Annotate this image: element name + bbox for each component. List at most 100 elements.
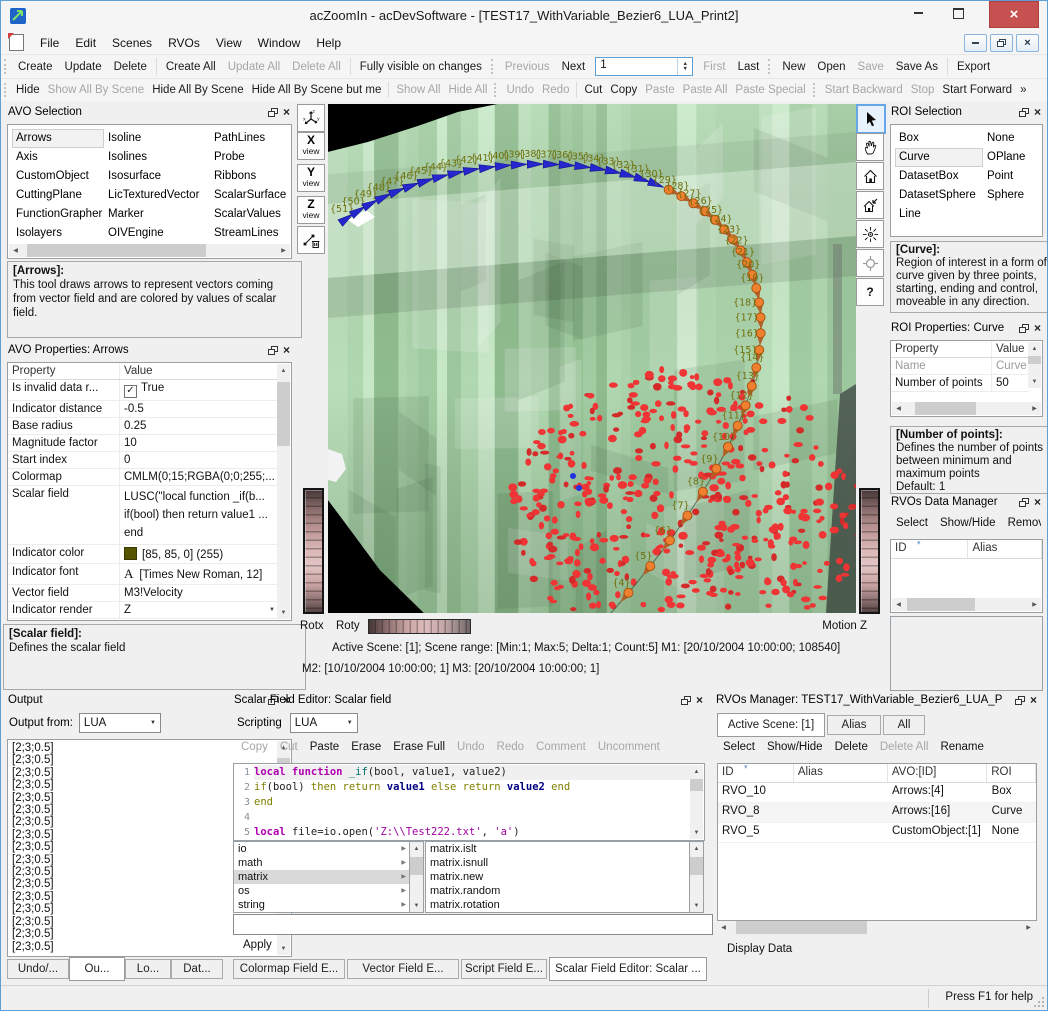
rvos-table-hscrollbar[interactable]: ◀▶: [717, 921, 1035, 934]
function-matrix-isnull[interactable]: matrix.isnull: [426, 856, 690, 870]
measure-delete-button[interactable]: [297, 226, 325, 254]
x-view-button[interactable]: Xview: [297, 132, 325, 160]
close-icon[interactable]: ×: [283, 345, 290, 355]
close-icon[interactable]: ×: [1034, 107, 1041, 117]
paste-button[interactable]: Paste: [304, 739, 345, 759]
scroll-right-icon[interactable]: ▶: [277, 244, 290, 257]
scroll-left-icon[interactable]: ◀: [892, 598, 905, 611]
avo-item-cuttingplane[interactable]: CuttingPlane: [12, 186, 104, 205]
roi-item-datasetbox[interactable]: DatasetBox: [895, 167, 983, 186]
scroll-down-icon[interactable]: ▼: [410, 899, 423, 912]
rvos-row-rvo-10[interactable]: RVO_10Arrows:[4]Box: [718, 783, 1036, 803]
menu-edit[interactable]: Edit: [67, 33, 104, 53]
menu-help[interactable]: Help: [308, 33, 349, 53]
rvos-row-rvo-8[interactable]: RVO_8Arrows:[16]Curve: [718, 803, 1036, 823]
avo-item-arrows[interactable]: Arrows: [12, 129, 104, 148]
avo-item-isosurface[interactable]: Isosurface: [104, 167, 210, 186]
float-icon[interactable]: [1019, 108, 1029, 117]
float-icon[interactable]: [268, 346, 278, 355]
float-icon[interactable]: [681, 696, 691, 705]
seek-button[interactable]: [856, 249, 884, 277]
roi-item-point[interactable]: Point: [983, 167, 1038, 186]
last-button[interactable]: Last: [732, 58, 766, 76]
scroll-up-icon[interactable]: ▲: [690, 842, 703, 855]
scroll-thumb[interactable]: [907, 598, 975, 611]
property-row-indicator-color[interactable]: Indicator color[85, 85, 0] (255): [8, 545, 278, 564]
scroll-up-icon[interactable]: ▲: [410, 842, 423, 855]
y-view-button[interactable]: Yview: [297, 164, 325, 192]
rvos-header-id[interactable]: ID▾: [718, 764, 794, 782]
rvos-header-avo-id[interactable]: AVO:[ID]: [888, 764, 987, 782]
scroll-thumb[interactable]: [736, 921, 867, 934]
rename-button[interactable]: Rename: [934, 739, 989, 759]
open-button[interactable]: Open: [811, 58, 851, 76]
code-line[interactable]: 5local file=io.open('Z:\\Test222.txt', '…: [234, 825, 690, 840]
scroll-thumb[interactable]: [690, 857, 703, 875]
maximize-button[interactable]: [941, 1, 975, 25]
scroll-track[interactable]: [1028, 355, 1041, 375]
close-icon[interactable]: ×: [1034, 497, 1041, 507]
save-as-button[interactable]: Save As: [890, 58, 944, 76]
avo-item-marker[interactable]: Marker: [104, 205, 210, 224]
scripting-combobox[interactable]: LUA▼: [290, 713, 358, 733]
float-icon[interactable]: [1019, 324, 1029, 333]
editor-tab-scalar-field-editor-scalar[interactable]: Scalar Field Editor: Scalar ...: [549, 957, 707, 981]
roi-item-curve[interactable]: Curve: [895, 148, 983, 167]
apply-button[interactable]: Apply: [237, 937, 278, 953]
property-row-start-index[interactable]: Start index0: [8, 452, 278, 469]
code-editor[interactable]: 1local function _if(bool, value1, value2…: [233, 763, 705, 841]
avo-item-isolines[interactable]: Isolines: [104, 148, 210, 167]
scroll-right-icon[interactable]: ▶: [1028, 598, 1041, 611]
view-all-button[interactable]: [856, 220, 884, 248]
editor-tab-vector-field-e[interactable]: Vector Field E...: [347, 959, 459, 979]
property-row-scalar-field[interactable]: Scalar fieldLUSC("local function _if(b..…: [8, 486, 278, 545]
delete-button[interactable]: Delete: [108, 58, 153, 76]
code-line[interactable]: 1local function _if(bool, value1, value2…: [234, 765, 690, 780]
scroll-up-icon[interactable]: ▲: [277, 364, 290, 377]
data-manager-hscrollbar[interactable]: ◀▶: [892, 598, 1041, 611]
scroll-track[interactable]: [690, 855, 703, 899]
scroll-thumb[interactable]: [27, 244, 206, 257]
roi-item-oplane[interactable]: OPlane: [983, 148, 1038, 167]
roty-button[interactable]: Roty: [336, 620, 360, 632]
property-row-magnitude-factor[interactable]: Magnitude factor10: [8, 435, 278, 452]
editor-tab-script-field-e[interactable]: Script Field E...: [461, 959, 547, 979]
rvos-tab-alias[interactable]: Alias: [827, 715, 881, 735]
display-data-button[interactable]: Display Data: [721, 941, 798, 957]
dock-tab-undo[interactable]: Undo/...: [7, 959, 69, 979]
rvos-tab-all[interactable]: All: [883, 715, 925, 735]
export-button[interactable]: Export: [951, 58, 996, 76]
roi-properties-hscrollbar[interactable]: ◀▶: [892, 402, 1041, 415]
roi-properties-vscrollbar[interactable]: ▲▼: [1028, 342, 1041, 388]
dm-header-alias[interactable]: Alias: [968, 540, 1042, 558]
scroll-thumb[interactable]: [915, 402, 977, 415]
erase-full-button[interactable]: Erase Full: [387, 739, 451, 759]
select-button[interactable]: Select: [717, 739, 761, 759]
select-button[interactable]: Select: [890, 515, 934, 535]
avo-item-streamlines[interactable]: StreamLines: [210, 224, 287, 243]
menu-file[interactable]: File: [32, 33, 67, 53]
code-line[interactable]: 4: [234, 810, 690, 825]
scroll-right-icon[interactable]: ▶: [1022, 921, 1035, 934]
copy-button[interactable]: Copy: [606, 81, 641, 99]
start-forward-button[interactable]: Start Forward: [938, 81, 1016, 99]
mdi-restore-button[interactable]: [990, 34, 1013, 52]
menu-rvos[interactable]: RVOs: [160, 33, 208, 53]
float-icon[interactable]: [1015, 696, 1025, 705]
dm-header-id[interactable]: ID▾: [891, 540, 968, 558]
scroll-down-icon[interactable]: ▼: [277, 606, 290, 619]
close-button[interactable]: ×: [989, 1, 1039, 28]
remove-button[interactable]: Remove: [1002, 515, 1041, 535]
scroll-down-icon[interactable]: ▼: [690, 899, 703, 912]
roi-item-sphere[interactable]: Sphere: [983, 186, 1038, 205]
dock-tab-dat[interactable]: Dat...: [171, 959, 223, 979]
close-icon[interactable]: ×: [1030, 695, 1037, 705]
z-view-button[interactable]: Zview: [297, 196, 325, 224]
library-math[interactable]: math▶: [234, 856, 410, 870]
scroll-down-icon[interactable]: ▼: [1028, 375, 1041, 388]
scroll-left-icon[interactable]: ◀: [9, 244, 22, 257]
scroll-track[interactable]: [410, 855, 423, 899]
avo-item-oivengine[interactable]: OIVEngine: [104, 224, 210, 243]
close-icon[interactable]: ×: [1034, 323, 1041, 333]
function-matrix-random[interactable]: matrix.random: [426, 884, 690, 898]
